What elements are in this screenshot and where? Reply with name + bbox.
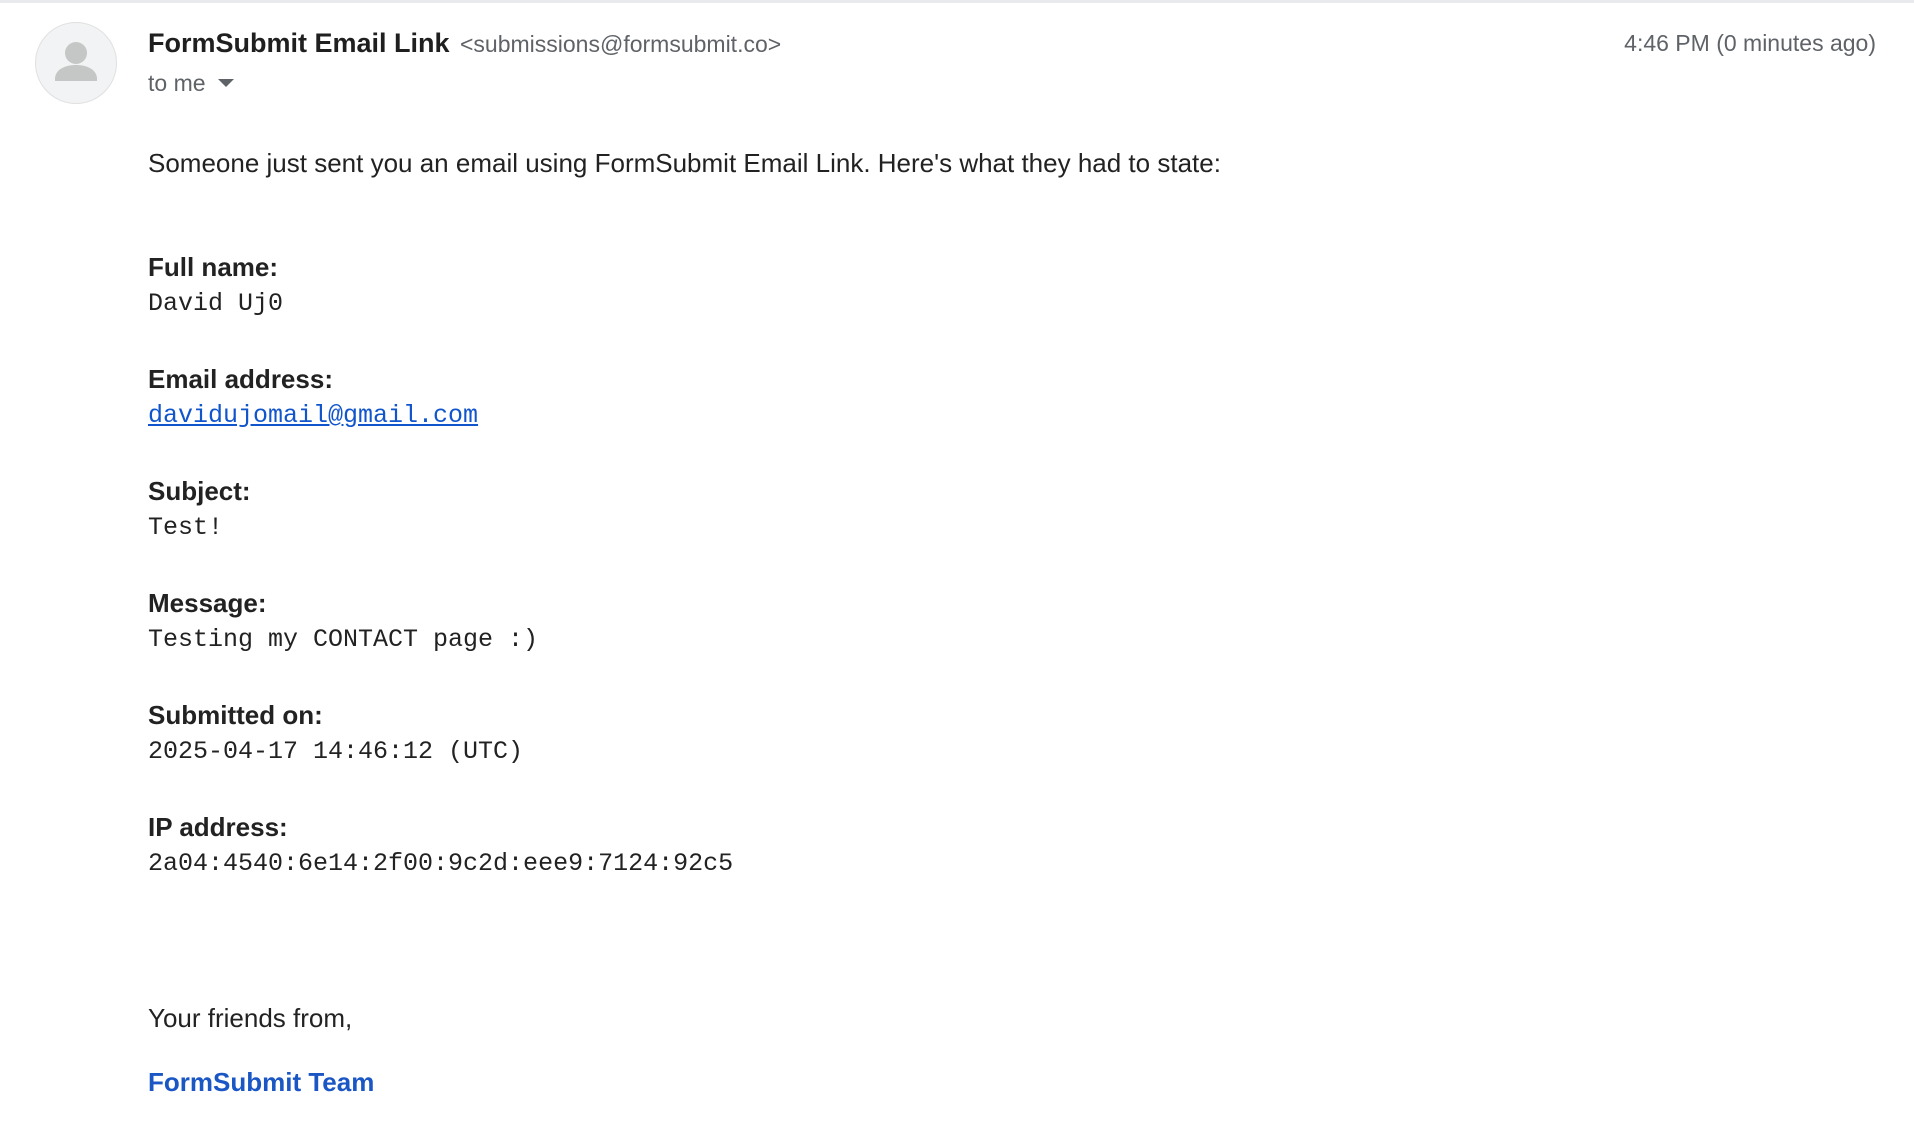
top-divider: [0, 0, 1914, 3]
field-value: Test!: [148, 513, 224, 542]
field-label: Message:: [148, 588, 267, 618]
field-value: 2a04:4540:6e14:2f00:9c2d:eee9:7124:92c5: [148, 849, 734, 878]
email-address-link[interactable]: davidujomail@gmail.com: [148, 397, 1848, 435]
formsubmit-team-link[interactable]: FormSubmit Team: [148, 1064, 374, 1100]
field-label: Submitted on:: [148, 700, 323, 730]
caret-down-icon[interactable]: [217, 79, 234, 87]
recipients-label: to me: [148, 70, 206, 96]
message-timestamp: 4:46 PM (0 minutes ago): [1624, 30, 1876, 56]
sender-name[interactable]: FormSubmit Email Link: [148, 28, 450, 58]
signoff-text: Your friends from,: [148, 1003, 353, 1033]
field-value: David Uj0: [148, 289, 284, 318]
person-icon: [55, 42, 97, 81]
sender-email: <submissions@formsubmit.co>: [460, 31, 782, 57]
sender-line: FormSubmit Email Link <submissions@forms…: [148, 26, 781, 65]
intro-text: Someone just sent you an email using For…: [148, 148, 1221, 178]
field-value: 2025-04-17 14:46:12 (UTC): [148, 737, 524, 766]
field-label: Subject:: [148, 476, 251, 506]
field-ip-address: IP address: 2a04:4540:6e14:2f00:9c2d:eee…: [148, 809, 1848, 883]
field-value: Testing my CONTACT page :): [148, 625, 539, 654]
field-label: IP address:: [148, 812, 288, 842]
field-label: Email address:: [148, 364, 333, 394]
submission-fields: Full name: David Uj0 Email address: davi…: [148, 249, 1848, 883]
field-message: Message: Testing my CONTACT page :): [148, 585, 1848, 659]
field-submitted-on: Submitted on: 2025-04-17 14:46:12 (UTC): [148, 697, 1848, 771]
field-email-address: Email address: davidujomail@gmail.com: [148, 361, 1848, 435]
field-label: Full name:: [148, 252, 279, 282]
recipients-dropdown[interactable]: to me: [148, 66, 234, 100]
sender-avatar[interactable]: [35, 22, 117, 104]
field-full-name: Full name: David Uj0: [148, 249, 1848, 323]
field-subject: Subject: Test!: [148, 473, 1848, 547]
message-body: Someone just sent you an email using For…: [148, 145, 1848, 921]
